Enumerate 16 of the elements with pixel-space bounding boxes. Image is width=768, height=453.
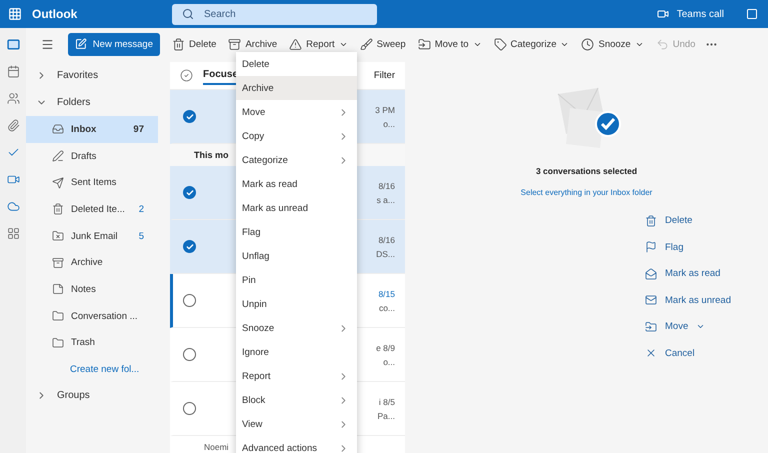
app-title: Outlook — [32, 7, 78, 21]
message-time: i 8/5 — [378, 396, 395, 406]
message-time: 3 PM — [375, 104, 395, 114]
message-time: e 8/9 — [376, 342, 395, 352]
group-header: This mo — [194, 150, 229, 160]
message-preview: o... — [383, 356, 395, 366]
message-time: 8/16 — [378, 180, 395, 190]
message-preview: o... — [383, 118, 395, 128]
message-time: 8/15 — [378, 288, 395, 298]
message-sender: Noemi — [204, 442, 229, 452]
message-time: 8/16 — [378, 234, 395, 244]
message-preview: Pa... — [378, 410, 395, 420]
message-preview: DS... — [376, 248, 395, 258]
message-preview: co... — [378, 302, 395, 312]
message-preview: s a... — [376, 194, 395, 204]
selection-count: 3 conversations selected — [536, 166, 638, 176]
